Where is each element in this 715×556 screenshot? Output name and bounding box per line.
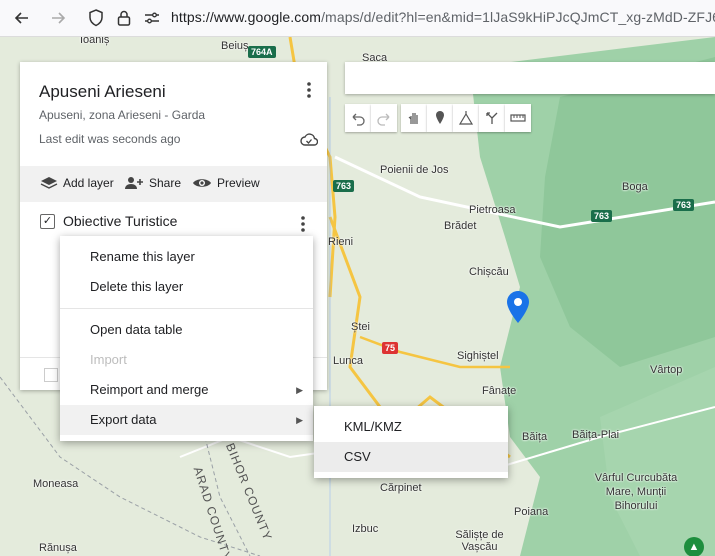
map-search-bar[interactable] bbox=[345, 62, 715, 94]
road-shield: 75 bbox=[382, 342, 399, 354]
road-shield: 764A bbox=[248, 46, 276, 58]
redo-icon[interactable] bbox=[371, 104, 397, 132]
eye-icon bbox=[193, 179, 211, 187]
menu-divider bbox=[60, 308, 313, 309]
place-label: Moneasa bbox=[33, 478, 79, 490]
preview-label: Preview bbox=[217, 176, 260, 190]
lock-icon[interactable] bbox=[114, 8, 134, 28]
cloud-saved-icon bbox=[297, 128, 321, 152]
url-path: /maps/d/edit?hl=en&mid=1lJaS9kHiPJcQJmCT… bbox=[321, 9, 715, 25]
place-label: Boga bbox=[622, 181, 648, 193]
edit-tools-group bbox=[401, 104, 531, 132]
submenu-arrow-icon: ▶ bbox=[296, 415, 303, 425]
url-host: https://www.google.com bbox=[171, 9, 322, 25]
undo-icon[interactable] bbox=[345, 104, 371, 132]
submenu-item-label: CSV bbox=[344, 449, 371, 464]
layers-icon bbox=[40, 177, 58, 189]
place-label: Sighiștel bbox=[457, 350, 499, 362]
place-label: Pietroasa bbox=[469, 204, 516, 216]
map-marker-icon[interactable] bbox=[507, 291, 529, 323]
submenu-arrow-icon: ▶ bbox=[296, 385, 303, 395]
menu-item-open-data-table[interactable]: Open data table bbox=[60, 315, 313, 345]
layer-context-menu: Rename this layer Delete this layer Open… bbox=[60, 236, 313, 441]
road-shield: 763 bbox=[591, 210, 613, 222]
map-options-icon[interactable] bbox=[297, 78, 321, 102]
map-description[interactable]: Apuseni, zona Arieseni - Garda bbox=[39, 108, 205, 122]
mountain-poi-icon[interactable]: ▲ bbox=[684, 537, 704, 556]
menu-item-rename-layer[interactable]: Rename this layer bbox=[60, 242, 313, 272]
menu-item-label: Rename this layer bbox=[90, 249, 195, 264]
place-label: Brădet bbox=[444, 220, 477, 232]
site-permissions-icon[interactable] bbox=[142, 8, 162, 28]
shield-icon[interactable] bbox=[86, 8, 106, 28]
place-label: Cărpinet bbox=[380, 482, 422, 494]
place-label: Ștei bbox=[351, 321, 370, 333]
place-label: Poiana bbox=[514, 506, 549, 518]
address-bar[interactable]: https://www.google.com/maps/d/edit?hl=en… bbox=[171, 9, 715, 25]
place-label: Rănușa bbox=[39, 542, 77, 554]
layer-visibility-checkbox[interactable]: ✓ bbox=[40, 213, 55, 229]
share-button[interactable]: Share bbox=[124, 176, 181, 190]
place-label: Poienii de Jos bbox=[380, 164, 449, 176]
menu-item-label: Open data table bbox=[90, 322, 183, 337]
road-shield: 763 bbox=[333, 180, 355, 192]
forward-icon[interactable] bbox=[48, 8, 68, 28]
place-label: Rieni bbox=[328, 236, 354, 248]
base-map-checkbox[interactable] bbox=[44, 368, 58, 382]
place-label: Izbuc bbox=[352, 523, 379, 535]
directions-icon[interactable] bbox=[479, 104, 505, 132]
add-layer-button[interactable]: Add layer bbox=[40, 176, 114, 190]
export-kml-kmz[interactable]: KML/KMZ bbox=[314, 412, 508, 442]
menu-item-delete-layer[interactable]: Delete this layer bbox=[60, 272, 313, 302]
place-label: Chișcău bbox=[469, 266, 509, 278]
back-icon[interactable] bbox=[12, 8, 32, 28]
add-layer-label: Add layer bbox=[63, 176, 114, 190]
last-edit-status: Last edit was seconds ago bbox=[39, 132, 181, 146]
menu-item-label: Reimport and merge bbox=[90, 382, 209, 397]
layer-options-icon[interactable] bbox=[291, 212, 315, 236]
preview-button[interactable]: Preview bbox=[192, 176, 260, 190]
undo-redo-group bbox=[345, 104, 397, 132]
menu-item-reimport-merge[interactable]: Reimport and merge ▶ bbox=[60, 375, 313, 405]
menu-item-export-data[interactable]: Export data ▶ bbox=[60, 405, 313, 435]
menu-item-label: Export data bbox=[90, 412, 157, 427]
place-label: Băița bbox=[522, 431, 548, 443]
place-label: Fânațe bbox=[482, 385, 517, 397]
road-shield: 763 bbox=[673, 199, 695, 211]
layer-name[interactable]: Obiective Turistice bbox=[63, 213, 177, 229]
browser-toolbar: https://www.google.com/maps/d/edit?hl=en… bbox=[0, 0, 715, 37]
place-label: Lunca bbox=[333, 355, 363, 367]
submenu-item-label: KML/KMZ bbox=[344, 419, 402, 434]
place-label: Băița-Plai bbox=[572, 429, 620, 441]
menu-item-label: Delete this layer bbox=[90, 279, 184, 294]
add-person-icon bbox=[125, 177, 143, 189]
place-label: Vârful Curcubăta Mare, Munții Bihorului bbox=[594, 472, 678, 512]
layer-row[interactable]: ✓ Obiective Turistice bbox=[40, 213, 177, 229]
share-label: Share bbox=[149, 176, 182, 190]
map-tools bbox=[345, 104, 567, 132]
menu-item-import: Import bbox=[60, 345, 313, 375]
export-csv[interactable]: CSV bbox=[314, 442, 508, 472]
menu-item-label: Import bbox=[90, 352, 127, 367]
map-title[interactable]: Apuseni Arieseni bbox=[39, 82, 166, 102]
hand-tool-icon[interactable] bbox=[401, 104, 427, 132]
place-label: Beiuș bbox=[221, 40, 249, 52]
draw-line-icon[interactable] bbox=[453, 104, 479, 132]
panel-actions: Add layer Share Preview bbox=[20, 166, 327, 202]
place-label: Sălișțe de Vașcău bbox=[455, 529, 504, 553]
place-label: Ioaniș bbox=[80, 37, 110, 46]
add-marker-icon[interactable] bbox=[427, 104, 453, 132]
ruler-icon[interactable] bbox=[505, 104, 531, 132]
place-label: Vârtop bbox=[650, 364, 683, 376]
export-submenu: KML/KMZ CSV bbox=[314, 406, 508, 478]
